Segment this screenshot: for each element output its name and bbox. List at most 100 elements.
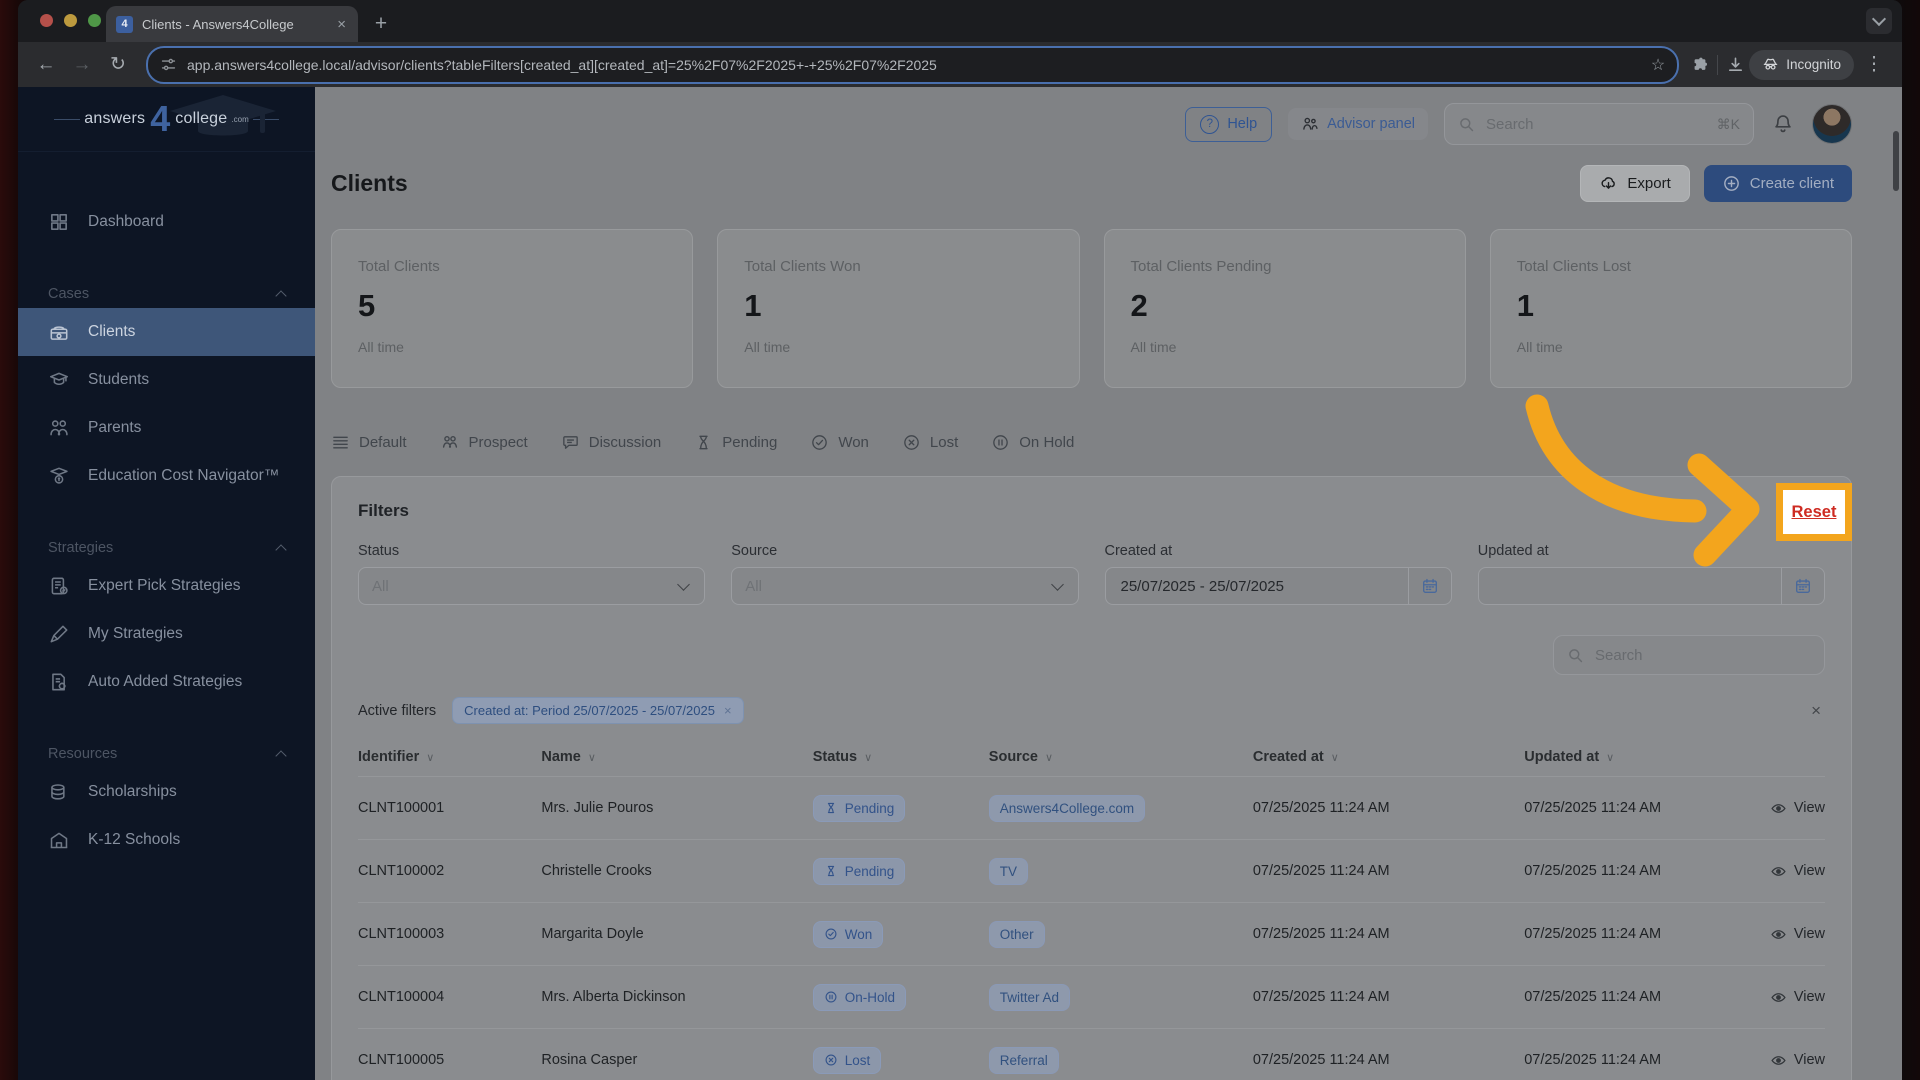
export-button[interactable]: Export	[1580, 165, 1690, 202]
advisor-panel-label: Advisor panel	[1327, 116, 1415, 132]
column-header-status[interactable]: Status ∨	[813, 749, 989, 765]
sidebar-section-strategies[interactable]: Strategies	[18, 534, 315, 562]
tab-title: Clients - Answers4College	[142, 16, 294, 32]
stat-period: All time	[358, 339, 404, 355]
new-tab-button[interactable]: +	[366, 9, 396, 39]
table-search-input[interactable]	[1593, 645, 1811, 665]
sidebar-item-k12-schools[interactable]: K-12 Schools	[18, 816, 315, 864]
created-at-calendar-button[interactable]	[1407, 568, 1451, 604]
app-logo[interactable]: answers 4 college .com	[18, 87, 315, 152]
close-window-button[interactable]	[40, 14, 53, 27]
view-button[interactable]: View	[1770, 1052, 1825, 1069]
user-avatar[interactable]	[1812, 104, 1852, 144]
created-at-input-wrap	[1104, 567, 1452, 605]
sidebar-section-resources[interactable]: Resources	[18, 740, 315, 768]
downloads-icon[interactable]	[1726, 55, 1745, 74]
browser-menu-icon[interactable]: ⋮	[1858, 49, 1890, 81]
view-button[interactable]: View	[1770, 989, 1825, 1006]
tab-lost[interactable]: Lost	[902, 433, 958, 452]
cell-created-at: 07/25/2025 11:24 AM	[1252, 926, 1390, 942]
minimize-window-button[interactable]	[64, 14, 77, 27]
stat-label: Total Clients Lost	[1516, 258, 1631, 275]
view-button[interactable]: View	[1770, 926, 1825, 943]
tab-prospect[interactable]: Prospect	[440, 432, 528, 452]
sort-icon[interactable]: ∨	[426, 751, 434, 764]
tab-close-icon[interactable]: ×	[335, 16, 348, 33]
section-label: Resources	[48, 746, 118, 762]
status-badge-won: Won	[812, 920, 884, 948]
stat-value: 1	[1516, 288, 1534, 323]
reset-link[interactable]: Reset	[1776, 483, 1852, 541]
column-header-identifier[interactable]: Identifier ∨	[358, 749, 541, 765]
tab-on-hold[interactable]: On Hold	[991, 433, 1074, 452]
cell-updated-at: 07/25/2025 11:24 AM	[1524, 926, 1662, 942]
sort-icon[interactable]: ∨	[588, 751, 596, 764]
reload-button[interactable]: ↻	[102, 49, 134, 81]
global-search-input[interactable]	[1484, 114, 1708, 134]
sidebar-section-cases[interactable]: Cases	[18, 280, 315, 308]
column-header-created-at[interactable]: Created at ∨	[1253, 749, 1524, 765]
calendar-icon	[1796, 578, 1810, 593]
clear-filters-icon[interactable]: ×	[1807, 701, 1825, 721]
updated-at-calendar-button[interactable]	[1781, 568, 1824, 604]
cell-identifier: CLNT100004	[358, 989, 445, 1005]
x-circle-icon	[904, 434, 919, 450]
tab-search-button[interactable]	[1866, 8, 1892, 34]
sidebar-item-my-strategies[interactable]: My Strategies	[18, 610, 315, 658]
back-button[interactable]: ←	[30, 49, 62, 81]
column-header-name[interactable]: Name ∨	[541, 749, 812, 765]
cell-source: Referral	[988, 1046, 1253, 1074]
source-select[interactable]: All	[731, 567, 1079, 605]
column-header-source[interactable]: Source ∨	[989, 749, 1253, 765]
scrollbar-thumb[interactable]	[1893, 131, 1899, 191]
tab-pending[interactable]: Pending	[694, 433, 777, 452]
tab-default[interactable]: Default	[331, 433, 407, 452]
page-title: Clients	[331, 170, 408, 196]
chevron-down-icon	[677, 578, 691, 591]
sort-icon[interactable]: ∨	[1331, 751, 1339, 764]
sidebar-item-clients[interactable]: Clients	[18, 308, 315, 356]
sort-icon[interactable]: ∨	[864, 751, 872, 764]
status-select[interactable]: All	[358, 567, 706, 605]
sidebar-item-dashboard[interactable]: Dashboard	[18, 198, 315, 246]
table-search[interactable]	[1553, 635, 1825, 675]
help-button[interactable]: ? Help	[1185, 106, 1273, 142]
column-header-updated-at[interactable]: Updated at ∨	[1524, 749, 1751, 765]
notifications-bell-icon[interactable]	[1772, 113, 1794, 135]
tab-discussion[interactable]: Discussion	[561, 433, 661, 452]
sidebar-item-expert-pick-strategies[interactable]: Expert Pick Strategies	[18, 562, 315, 610]
create-client-button[interactable]: Create client	[1703, 165, 1852, 202]
sort-icon[interactable]: ∨	[1045, 751, 1053, 764]
sidebar-item-parents[interactable]: Parents	[18, 404, 315, 452]
tab-won[interactable]: Won	[810, 433, 869, 452]
page-header: Clients Export Create client	[331, 165, 1852, 202]
sidebar-item-auto-added-strategies[interactable]: Auto Added Strategies	[18, 658, 315, 706]
section-label: Cases	[48, 286, 90, 302]
sidebar-item-education-cost-navigator[interactable]: Education Cost Navigator™	[18, 452, 315, 500]
bookmark-star-icon[interactable]: ☆	[1651, 55, 1665, 75]
created-at-input[interactable]	[1118, 576, 1408, 596]
updated-at-input[interactable]	[1491, 576, 1781, 596]
clients-panel: Filters Status All Source All Created at…	[331, 476, 1852, 1080]
cell-actions: View	[1752, 800, 1825, 817]
advisor-panel-button[interactable]: Advisor panel	[1288, 108, 1428, 140]
extensions-icon[interactable]	[1691, 56, 1709, 74]
url-bar[interactable]: app.answers4college.local/advisor/client…	[146, 45, 1680, 84]
forward-button[interactable]: →	[66, 49, 98, 81]
status-label: Status	[358, 543, 400, 559]
eye-icon	[1771, 866, 1786, 876]
active-filter-chip[interactable]: Created at: Period 25/07/2025 - 25/07/20…	[452, 697, 744, 724]
browser-tab[interactable]: 4 Clients - Answers4College ×	[106, 6, 358, 42]
sidebar-item-scholarships[interactable]: Scholarships	[18, 768, 315, 816]
document-gear-icon	[52, 673, 66, 691]
active-filters-label: Active filters	[358, 702, 437, 719]
view-button[interactable]: View	[1770, 863, 1825, 880]
view-button[interactable]: View	[1770, 800, 1825, 817]
created-at-label: Created at	[1104, 543, 1173, 559]
chip-close-icon[interactable]: ×	[724, 703, 732, 718]
global-search[interactable]: ⌘K	[1444, 103, 1754, 145]
zoom-window-button[interactable]	[88, 14, 101, 27]
window-controls[interactable]	[40, 14, 101, 27]
sort-icon[interactable]: ∨	[1606, 751, 1614, 764]
sidebar-item-students[interactable]: Students	[18, 356, 315, 404]
